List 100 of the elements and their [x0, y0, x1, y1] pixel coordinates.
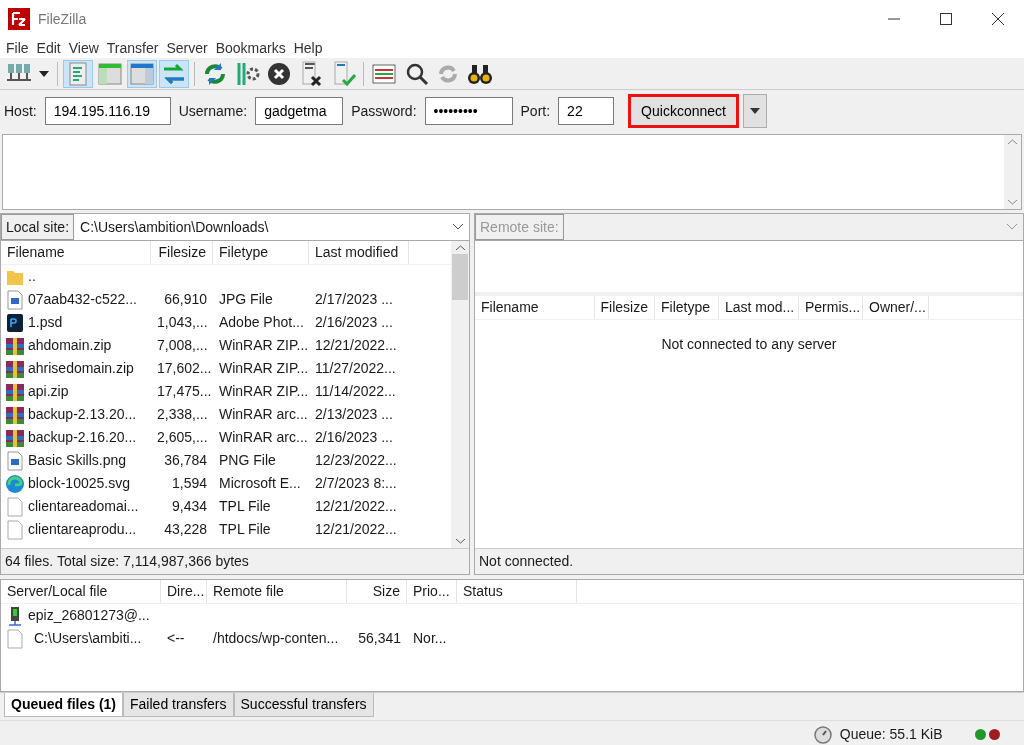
tab[interactable]: Successful transfers	[233, 693, 374, 717]
file-icon	[5, 519, 25, 540]
scroll-down-icon	[455, 539, 465, 544]
column-header[interactable]: Filesize	[151, 241, 213, 264]
queue-item[interactable]: C:\Users\ambiti...	[34, 628, 142, 649]
password-field[interactable]: •••••••••	[424, 97, 513, 125]
quickconnect-button[interactable]: Quickconnect	[628, 94, 739, 128]
ps-file-icon	[5, 312, 25, 333]
port-field[interactable]: 22	[558, 97, 615, 125]
table-cell-text: 2,338,...	[156, 405, 209, 424]
table-cell-text: 2/13/2023 ...	[314, 405, 394, 424]
scroll-thumb[interactable]	[452, 254, 468, 300]
menu-item[interactable]: Server	[162, 38, 212, 58]
menu-item[interactable]: Help	[289, 38, 327, 58]
table-cell-text: 1,043,...	[156, 313, 209, 332]
table-cell-text: 7,008,...	[156, 336, 209, 355]
column-header[interactable]: Server/Local file	[1, 580, 161, 603]
table-cell-text: 12/21/2022...	[314, 336, 398, 355]
table-cell-text: <--	[166, 629, 186, 648]
table-cell-text: Nor...	[412, 629, 448, 648]
image-file-icon	[5, 289, 25, 310]
file-name: api.zip	[28, 382, 69, 401]
queue-item[interactable]: epiz_26801273@...	[28, 605, 150, 626]
chevron-down-icon	[453, 224, 463, 230]
table-cell-text: 56,341	[357, 629, 402, 648]
queue-size: Queue: 55.1 KiB	[839, 725, 943, 744]
table-cell-text: 2/16/2023 ...	[314, 428, 394, 447]
file-name: 07aab432-c522...	[28, 290, 137, 309]
column-header[interactable]: Filetype	[213, 241, 309, 264]
table-cell-text: 1,594	[170, 474, 208, 493]
image-file-icon	[5, 450, 25, 471]
scroll-up-icon	[1008, 139, 1017, 144]
status-text: 64 files. Total size: 7,114,987,366 bytes	[1, 548, 469, 574]
archive-icon	[5, 404, 25, 425]
column-header[interactable]: Status	[457, 580, 577, 603]
menu-item[interactable]: Bookmarks	[211, 38, 290, 58]
host-field[interactable]: 194.195.116.19	[44, 97, 171, 125]
table-cell-text: WinRAR arc...	[218, 428, 309, 447]
column-header[interactable]: Filename	[1, 241, 151, 264]
field-label: Username:	[178, 101, 248, 121]
table-cell-text: 2,605,...	[156, 428, 209, 447]
table-cell-text: PNG File	[218, 451, 277, 470]
column-header[interactable]: Last mod...	[719, 296, 799, 319]
tab[interactable]: Queued files (1)	[4, 693, 124, 717]
scroll-down-icon	[1008, 200, 1017, 205]
table-cell-text: WinRAR ZIP...	[218, 382, 309, 401]
table-cell-text: JPG File	[218, 290, 274, 309]
menu-item[interactable]: Transfer	[102, 38, 163, 58]
file-name: 1.psd	[28, 313, 63, 332]
table-cell-text: 36,784	[163, 451, 208, 470]
table-cell-text: WinRAR ZIP...	[218, 336, 309, 355]
column-header[interactable]: Size	[347, 580, 407, 603]
menu-item[interactable]: View	[64, 38, 103, 58]
speed-gauge-icon	[813, 725, 832, 744]
table-cell-text: 12/21/2022...	[314, 497, 398, 516]
archive-icon	[5, 381, 25, 402]
file-name: backup-2.16.20...	[28, 428, 137, 447]
menu-item[interactable]: File	[2, 38, 33, 58]
caret-icon	[39, 70, 49, 77]
table-cell-text: 2/7/2023 8:...	[314, 474, 398, 493]
file-name: ahrisedomain.zip	[28, 359, 134, 378]
app-logo-icon	[8, 8, 30, 30]
table-cell-text: Adobe Phot...	[218, 313, 305, 332]
column-header[interactable]: Prio...	[407, 580, 457, 603]
tab[interactable]: Failed transfers	[123, 693, 234, 717]
column-header[interactable]: Filetype	[655, 296, 719, 319]
file-name: ..	[28, 267, 36, 286]
file-name: Basic Skills.png	[28, 451, 127, 470]
field-label: Password:	[351, 101, 417, 121]
empty-message: Not connected to any server	[661, 336, 837, 352]
table-cell-text: TPL File	[218, 520, 272, 539]
table-cell-text: 12/21/2022...	[314, 520, 398, 539]
table-cell-text: 11/27/2022...	[314, 359, 397, 378]
dropdown-button[interactable]	[742, 94, 767, 128]
table-cell-text: WinRAR arc...	[218, 405, 309, 424]
table-cell-text: 17,475...	[156, 382, 213, 401]
table-cell-text: WinRAR ZIP...	[218, 359, 309, 378]
table-cell-text: 12/23/2022...	[314, 451, 398, 470]
column-header[interactable]: Permis...	[799, 296, 863, 319]
column-header[interactable]: Last modified	[309, 241, 409, 264]
scrollbar[interactable]	[451, 241, 469, 548]
scroll-up-icon	[455, 245, 465, 250]
file-icon	[5, 628, 25, 649]
column-header[interactable]: Remote file	[207, 580, 347, 603]
site-label: Local site:	[1, 214, 75, 240]
column-header[interactable]: Filename	[475, 296, 595, 319]
table-cell-text: 9,434	[170, 497, 208, 516]
table-cell-text: 11/14/2022...	[314, 382, 397, 401]
column-header[interactable]: Owner/...	[863, 296, 929, 319]
username-field[interactable]: gadgetma	[255, 97, 344, 125]
archive-icon	[5, 335, 25, 356]
menu-item[interactable]: Edit	[32, 38, 65, 58]
column-header[interactable]: Filesize	[595, 296, 655, 319]
path-dropdown[interactable]: C:\Users\ambition\Downloads\	[74, 214, 469, 240]
file-name: backup-2.13.20...	[28, 405, 137, 424]
column-header[interactable]: Dire...	[161, 580, 207, 603]
browser-icon	[5, 473, 25, 494]
file-name: ahdomain.zip	[28, 336, 112, 355]
site-label: Remote site:	[475, 214, 564, 240]
table-cell-text: 2/17/2023 ...	[314, 290, 394, 309]
